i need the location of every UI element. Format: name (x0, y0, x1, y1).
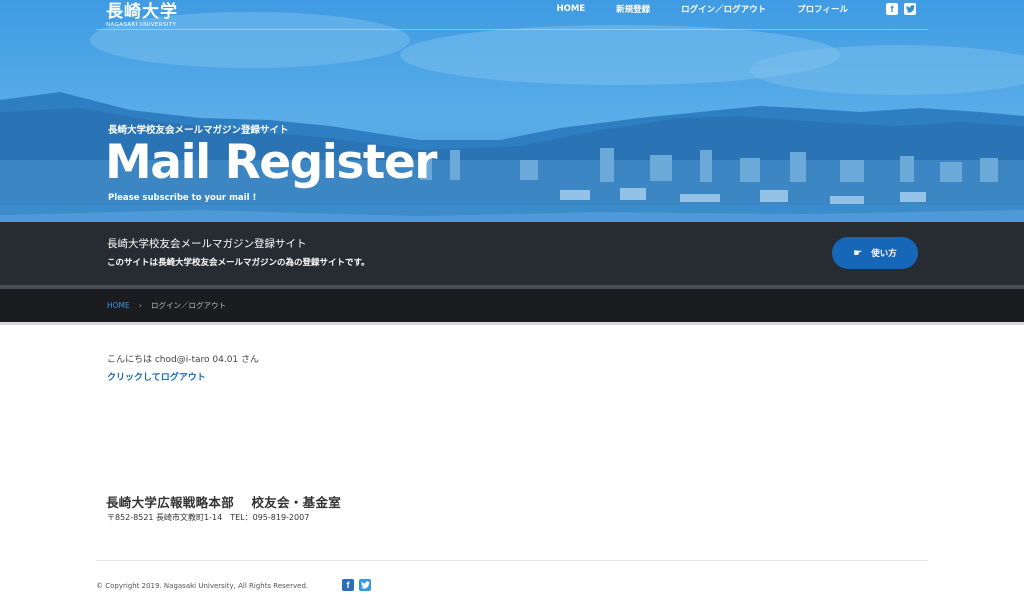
hand-pointing-icon: ☛ (853, 247, 863, 259)
site-info-description: このサイトは長崎大学校友会メールマガジンの為の登録サイトです。 (107, 258, 370, 268)
nav-social-links: f (880, 2, 916, 15)
top-navigation: HOME 新規登録 ログイン／ログアウト プロフィール f (526, 0, 916, 17)
how-to-use-label: 使い方 (871, 249, 897, 259)
nav-login-logout[interactable]: ログイン／ログアウト (681, 3, 766, 15)
greeting-text: こんにちは chod@i-taro 04.01 さん (107, 355, 260, 365)
nav-register[interactable]: 新規登録 (616, 3, 650, 15)
hero-title: Mail Register (105, 135, 437, 190)
how-to-use-button[interactable]: ☛ 使い方 (832, 237, 918, 269)
twitter-icon[interactable] (359, 579, 371, 591)
footer-divider (96, 560, 928, 561)
logo-english: NAGASAKI UNIVERSITY (106, 22, 177, 28)
breadcrumb-bar: HOME › ログイン／ログアウト (0, 289, 1024, 322)
breadcrumb-home[interactable]: HOME (107, 301, 130, 310)
nav-profile[interactable]: プロフィール (797, 3, 848, 15)
facebook-icon[interactable]: f (342, 579, 354, 591)
footer-address: 〒852-8521 長崎市文教町1-14 TEL：095-819-2007 (107, 513, 310, 522)
nav-home[interactable]: HOME (557, 4, 586, 14)
facebook-icon[interactable]: f (886, 2, 898, 15)
nav-divider (96, 29, 928, 30)
hero-banner: 長崎大学 NAGASAKI UNIVERSITY HOME 新規登録 ログイン／… (0, 0, 1024, 222)
breadcrumb-current: ログイン／ログアウト (150, 301, 226, 310)
logout-link[interactable]: クリックしてログアウト (107, 370, 206, 383)
footer-organization: 長崎大学広報戦略本部 校友会・基金室 (106, 495, 342, 510)
site-info-title: 長崎大学校友会メールマガジン登録サイト (107, 238, 307, 250)
footer-copyright: © Copyright 2019. Nagasaki University, A… (96, 582, 309, 590)
twitter-icon[interactable] (904, 2, 916, 15)
breadcrumb-shadow (0, 322, 1024, 325)
chevron-right-icon: › (138, 301, 142, 310)
university-logo[interactable]: 長崎大学 NAGASAKI UNIVERSITY (106, 2, 178, 29)
breadcrumb: HOME › ログイン／ログアウト (107, 300, 226, 311)
site-info-bar: 長崎大学校友会メールマガジン登録サイト このサイトは長崎大学校友会メールマガジン… (0, 222, 1024, 285)
footer-social-links: f (342, 579, 376, 591)
hero-tagline: Please subscribe to your mail ! (108, 193, 257, 203)
logo-kanji: 長崎大学 (106, 2, 178, 22)
